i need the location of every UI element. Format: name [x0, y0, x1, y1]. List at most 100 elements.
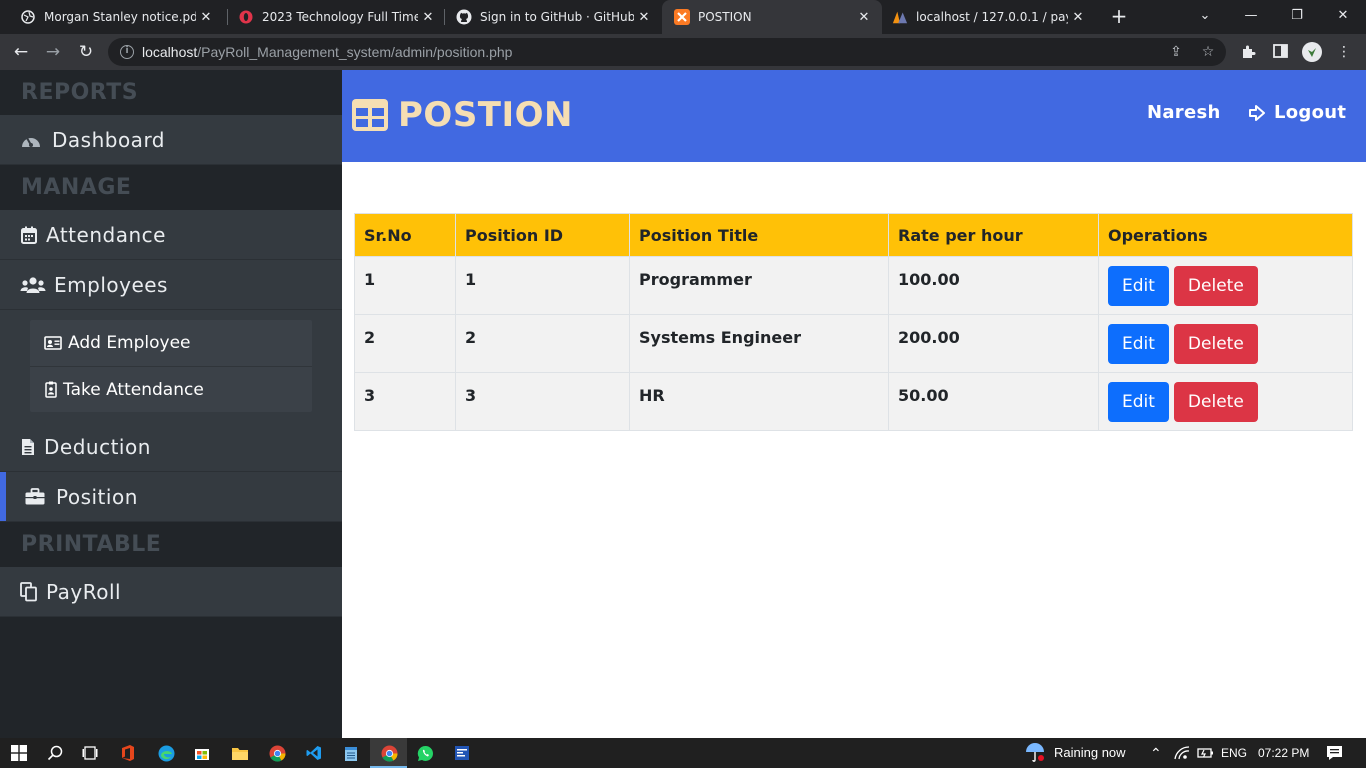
tab-search-icon[interactable]: ⌄ — [1182, 0, 1228, 34]
tab-title: Morgan Stanley notice.pdf — [44, 10, 196, 24]
notepad-icon[interactable] — [342, 744, 360, 762]
address-bar[interactable]: i localhost/PayRoll_Management_system/ad… — [108, 38, 1226, 66]
chrome-icon[interactable] — [268, 744, 286, 762]
user-name[interactable]: Naresh — [1147, 102, 1221, 123]
cell-sr-no: 3 — [354, 372, 456, 431]
url-text: localhost/PayRoll_Management_system/admi… — [142, 44, 513, 60]
sidebar-item-deduction[interactable]: Deduction — [0, 422, 342, 472]
extensions-icon[interactable] — [1240, 44, 1256, 60]
close-tab-icon[interactable]: ✕ — [634, 10, 654, 25]
language-indicator[interactable]: ENG — [1221, 738, 1247, 768]
logout-label: Logout — [1274, 102, 1347, 123]
edit-button[interactable]: Edit — [1108, 266, 1169, 306]
close-tab-icon[interactable]: ✕ — [196, 10, 216, 25]
close-tab-icon[interactable]: ✕ — [1068, 10, 1088, 25]
edit-button[interactable]: Edit — [1108, 324, 1169, 364]
phpmyadmin-icon — [892, 9, 908, 25]
close-tab-icon[interactable]: ✕ — [854, 10, 874, 25]
browser-tab[interactable]: Sign in to GitHub · GitHub ✕ — [436, 0, 662, 34]
sidebar-item-label: Attendance — [46, 222, 166, 247]
tab-title: localhost / 127.0.0.1 / payroll — [916, 10, 1068, 24]
tab-title: Sign in to GitHub · GitHub — [480, 10, 634, 24]
cell-position-title: Programmer — [629, 256, 889, 315]
bookmark-star-icon[interactable]: ☆ — [1200, 44, 1216, 60]
edge-icon[interactable] — [157, 744, 175, 762]
close-tab-icon[interactable]: ✕ — [418, 10, 438, 25]
notification-icon[interactable] — [1325, 744, 1343, 762]
table-header-row: Sr.No Position ID Position Title Rate pe… — [354, 213, 1353, 257]
delete-button[interactable]: Delete — [1173, 324, 1258, 364]
back-button[interactable]: ← — [10, 41, 32, 63]
clock[interactable]: 07:22 PM — [1258, 738, 1309, 768]
xampp-icon — [674, 9, 690, 25]
vscode-icon[interactable] — [305, 744, 323, 762]
cell-rate: 200.00 — [888, 314, 1099, 373]
battery-icon[interactable] — [1196, 744, 1214, 762]
page-title: POSTION — [352, 92, 573, 138]
page-title-text: POSTION — [398, 95, 574, 135]
close-window-button[interactable]: ✕ — [1320, 0, 1366, 34]
wifi-icon[interactable] — [1173, 744, 1191, 762]
cell-operations: Edit Delete — [1098, 372, 1353, 431]
office-icon[interactable] — [119, 744, 137, 762]
browser-toolbar: ← → ↻ i localhost/PayRoll_Management_sys… — [0, 34, 1366, 70]
reload-button[interactable]: ↻ — [75, 41, 97, 63]
profile-avatar[interactable] — [1302, 42, 1322, 62]
store-icon[interactable] — [193, 744, 211, 762]
column-header-rate: Rate per hour — [888, 213, 1099, 257]
restore-button[interactable]: ❐ — [1274, 0, 1320, 34]
forward-button[interactable]: → — [42, 41, 64, 63]
new-tab-button[interactable]: + — [1108, 5, 1130, 27]
browser-tab[interactable]: Morgan Stanley notice.pdf ✕ — [0, 0, 224, 34]
task-view-icon[interactable] — [81, 744, 99, 762]
table-row: 2 2 Systems Engineer 200.00 Edit Delete — [354, 314, 1353, 373]
side-panel-icon[interactable] — [1272, 44, 1288, 60]
browser-menu-icon[interactable]: ⋮ — [1336, 44, 1352, 60]
cell-position-id: 1 — [455, 256, 630, 315]
delete-button[interactable]: Delete — [1173, 266, 1258, 306]
sidebar-item-dashboard[interactable]: Dashboard — [0, 115, 342, 165]
sidebar-item-employees[interactable]: Employees — [0, 260, 342, 310]
cell-position-title: Systems Engineer — [629, 314, 889, 373]
chrome-active-icon[interactable] — [380, 744, 398, 762]
briefcase-icon — [24, 486, 46, 508]
sidebar-item-position[interactable]: Position — [0, 472, 342, 522]
sidebar-item-attendance[interactable]: Attendance — [0, 210, 342, 260]
sidebar-item-label: PayRoll — [46, 579, 122, 604]
submenu-item-label: Add Employee — [68, 333, 191, 353]
cell-operations: Edit Delete — [1098, 256, 1353, 315]
windows-start-icon[interactable] — [10, 744, 28, 762]
sidebar-item-label: Employees — [54, 272, 168, 297]
employees-submenu: Add Employee Take Attendance — [0, 310, 342, 422]
search-icon[interactable] — [46, 744, 64, 762]
browser-tab[interactable]: localhost / 127.0.0.1 / payroll ✕ — [882, 0, 1096, 34]
file-explorer-icon[interactable] — [231, 744, 249, 762]
file-document-icon — [20, 436, 36, 458]
id-badge-icon — [44, 381, 58, 399]
site-info-icon[interactable]: i — [120, 45, 134, 59]
sidebar-item-payroll[interactable]: PayRoll — [0, 567, 342, 617]
browser-tab-active[interactable]: POSTION ✕ — [662, 0, 882, 34]
logout-link[interactable]: Logout — [1249, 102, 1346, 123]
delete-button[interactable]: Delete — [1173, 382, 1258, 422]
browser-tab[interactable]: 2023 Technology Full Time A ✕ — [218, 0, 446, 34]
show-hidden-icons[interactable]: ⌃ — [1150, 738, 1162, 768]
github-icon — [456, 9, 472, 25]
submenu-item-take-attendance[interactable]: Take Attendance — [30, 366, 312, 412]
whatsapp-icon[interactable] — [416, 744, 434, 762]
table-row: 3 3 HR 50.00 Edit Delete — [354, 372, 1353, 431]
weather-text[interactable]: Raining now — [1054, 738, 1126, 768]
positions-table: Sr.No Position ID Position Title Rate pe… — [354, 213, 1353, 431]
tab-title: 2023 Technology Full Time A — [262, 10, 418, 24]
app-icon[interactable] — [453, 744, 471, 762]
column-header-position-id: Position ID — [455, 213, 630, 257]
submenu-item-label: Take Attendance — [63, 379, 204, 400]
edit-button[interactable]: Edit — [1108, 382, 1169, 422]
cell-rate: 100.00 — [888, 256, 1099, 315]
submenu-item-add-employee[interactable]: Add Employee — [30, 320, 312, 366]
windows-taskbar: Raining now ⌃ ENG 07:22 PM — [0, 738, 1366, 768]
minimize-button[interactable]: — — [1228, 0, 1274, 34]
table-row: 1 1 Programmer 100.00 Edit Delete — [354, 256, 1353, 315]
share-icon[interactable]: ⇪ — [1168, 44, 1184, 60]
sidebar-item-label: Position — [56, 484, 138, 509]
